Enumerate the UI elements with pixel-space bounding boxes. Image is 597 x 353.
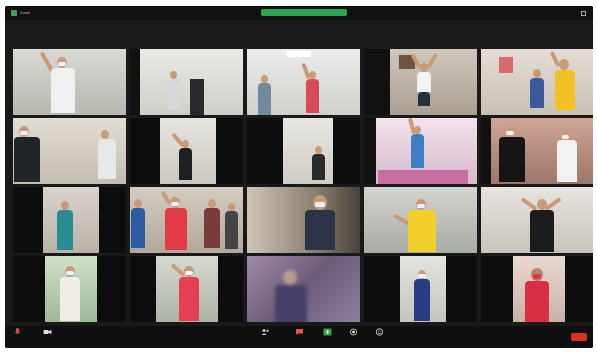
- participants-icon: [261, 328, 270, 336]
- participant-tile[interactable]: [364, 118, 477, 184]
- participant-tile[interactable]: [364, 49, 477, 115]
- security-shield-icon: [11, 10, 17, 16]
- unmute-button[interactable]: [13, 328, 22, 337]
- video-feed: [13, 256, 126, 322]
- video-feed: [364, 256, 477, 322]
- participant-tile[interactable]: [247, 256, 360, 322]
- video-feed: [481, 256, 593, 322]
- video-feed: [247, 187, 360, 253]
- participant-tile[interactable]: [130, 49, 243, 115]
- video-feed: [364, 187, 477, 253]
- video-feed: [481, 187, 593, 253]
- video-feed: [247, 118, 360, 184]
- participant-tile[interactable]: [481, 49, 593, 115]
- video-feed: [13, 118, 126, 184]
- participant-tile[interactable]: [247, 118, 360, 184]
- top-bar: Zoom: [5, 6, 593, 20]
- video-feed: [13, 187, 126, 253]
- participant-tile[interactable]: [130, 256, 243, 322]
- share-screen-icon: [323, 328, 332, 336]
- end-meeting-button[interactable]: [571, 333, 587, 341]
- zoom-window: Zoom: [5, 6, 593, 348]
- participant-tile[interactable]: [247, 187, 360, 253]
- viewing-screen-banner[interactable]: [261, 9, 347, 16]
- video-feed: [130, 118, 243, 184]
- video-feed: [130, 187, 243, 253]
- video-feed: [364, 118, 477, 184]
- participant-tile[interactable]: [364, 187, 477, 253]
- participant-tile[interactable]: [13, 187, 126, 253]
- participant-tile[interactable]: [130, 187, 243, 253]
- microphone-icon: [13, 328, 22, 336]
- participant-tile[interactable]: [13, 49, 126, 115]
- participant-tile[interactable]: [247, 49, 360, 115]
- participant-tile[interactable]: [13, 256, 126, 322]
- video-camera-icon: [43, 328, 52, 336]
- participant-tile[interactable]: [481, 118, 593, 184]
- video-feed: [364, 49, 477, 115]
- chat-icon: [295, 328, 304, 336]
- share-screen-button[interactable]: [323, 328, 332, 337]
- reactions-icon: [375, 328, 384, 336]
- participant-tile[interactable]: [481, 256, 593, 322]
- participant-tile[interactable]: [13, 118, 126, 184]
- participants-button[interactable]: [261, 328, 270, 337]
- video-feed: [247, 49, 360, 115]
- video-feed: [481, 118, 593, 184]
- video-feed: [481, 49, 593, 115]
- fullscreen-toggle[interactable]: [579, 9, 587, 17]
- participant-tile[interactable]: [364, 256, 477, 322]
- video-feed: [130, 256, 243, 322]
- reactions-button[interactable]: [375, 328, 384, 337]
- meeting-toolbar: [5, 326, 593, 348]
- record-button[interactable]: [349, 328, 358, 337]
- participant-tile[interactable]: [130, 118, 243, 184]
- meeting-info-label: Zoom: [20, 10, 31, 15]
- video-feed: [13, 49, 126, 115]
- record-icon: [349, 328, 358, 336]
- meeting-info[interactable]: Zoom: [11, 9, 30, 17]
- video-feed: [130, 49, 243, 115]
- video-button[interactable]: [43, 328, 52, 337]
- participant-tile[interactable]: [481, 187, 593, 253]
- video-feed: [247, 256, 360, 322]
- chat-button[interactable]: [295, 328, 304, 337]
- fullscreen-icon: [580, 10, 586, 16]
